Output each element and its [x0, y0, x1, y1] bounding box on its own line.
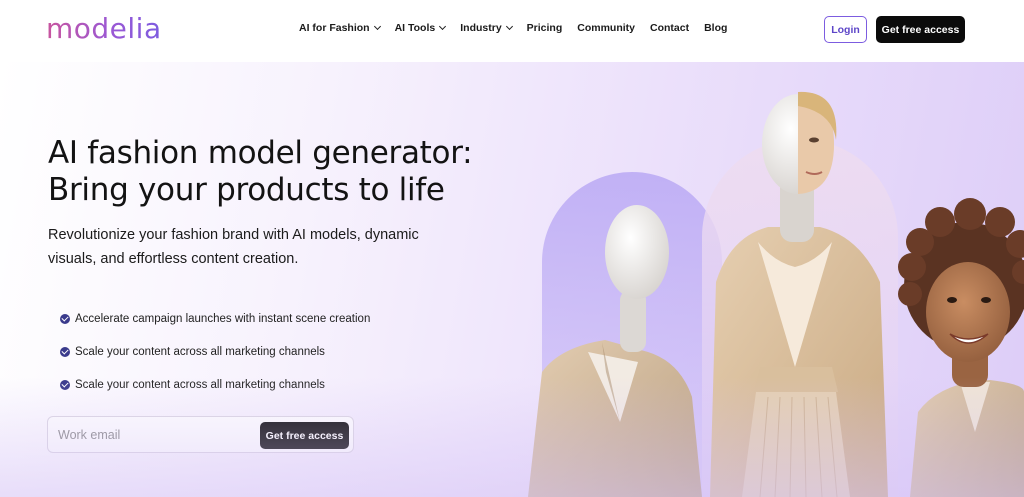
benefit-text: Scale your content across all marketing … [75, 378, 325, 391]
menu-item-industry[interactable]: Industry [460, 22, 513, 34]
chevron-down-icon [373, 22, 381, 31]
hero-section: AI fashion model generator: Bring your p… [0, 62, 1024, 497]
hero-headline-line1: AI fashion model generator: [48, 135, 473, 171]
menu-item-label: AI Tools [394, 22, 436, 34]
login-button[interactable]: Login [824, 16, 867, 43]
email-signup-form: Get free access [47, 416, 354, 453]
top-navbar: modelia AI for Fashion AI Tools Industry… [0, 0, 1024, 62]
hero-headline-line2: Bring your products to life [48, 172, 445, 208]
check-circle-icon [60, 346, 70, 357]
menu-item-contact[interactable]: Contact [650, 22, 689, 34]
menu-item-pricing[interactable]: Pricing [527, 22, 563, 34]
check-circle-icon [60, 313, 70, 324]
email-get-free-access-button[interactable]: Get free access [260, 422, 349, 449]
menu-item-label: Community [577, 22, 635, 34]
hero-fashion-models-image [528, 91, 1024, 497]
menu-item-community[interactable]: Community [577, 22, 635, 34]
chevron-down-icon [505, 22, 513, 31]
hero-subhead: Revolutionize your fashion brand with AI… [48, 227, 419, 267]
menu-item-label: Pricing [526, 22, 563, 34]
check-circle-icon [60, 379, 70, 390]
hero-headline: AI fashion model generator: Bring your p… [48, 135, 488, 209]
menu-item-ai-for-fashion[interactable]: AI for Fashion [299, 22, 381, 34]
menu-item-label: Blog [704, 22, 728, 34]
main-menu: AI for Fashion AI Tools Industry Pricing… [299, 22, 742, 34]
menu-item-label: Industry [460, 22, 502, 34]
benefit-list: Accelerate campaign launches with instan… [60, 302, 370, 401]
menu-item-label: AI for Fashion [299, 22, 370, 34]
benefit-text: Accelerate campaign launches with instan… [75, 312, 371, 325]
list-item: Accelerate campaign launches with instan… [60, 302, 370, 335]
work-email-input[interactable] [58, 426, 248, 444]
chevron-down-icon [439, 22, 447, 31]
list-item: Scale your content across all marketing … [60, 368, 370, 401]
brand-logo[interactable]: modelia [46, 12, 162, 45]
menu-item-ai-tools[interactable]: AI Tools [394, 22, 447, 34]
get-free-access-button[interactable]: Get free access [876, 16, 965, 43]
menu-item-label: Contact [650, 22, 690, 34]
menu-item-blog[interactable]: Blog [704, 22, 727, 34]
list-item: Scale your content across all marketing … [60, 335, 370, 368]
benefit-text: Scale your content across all marketing … [75, 345, 325, 358]
